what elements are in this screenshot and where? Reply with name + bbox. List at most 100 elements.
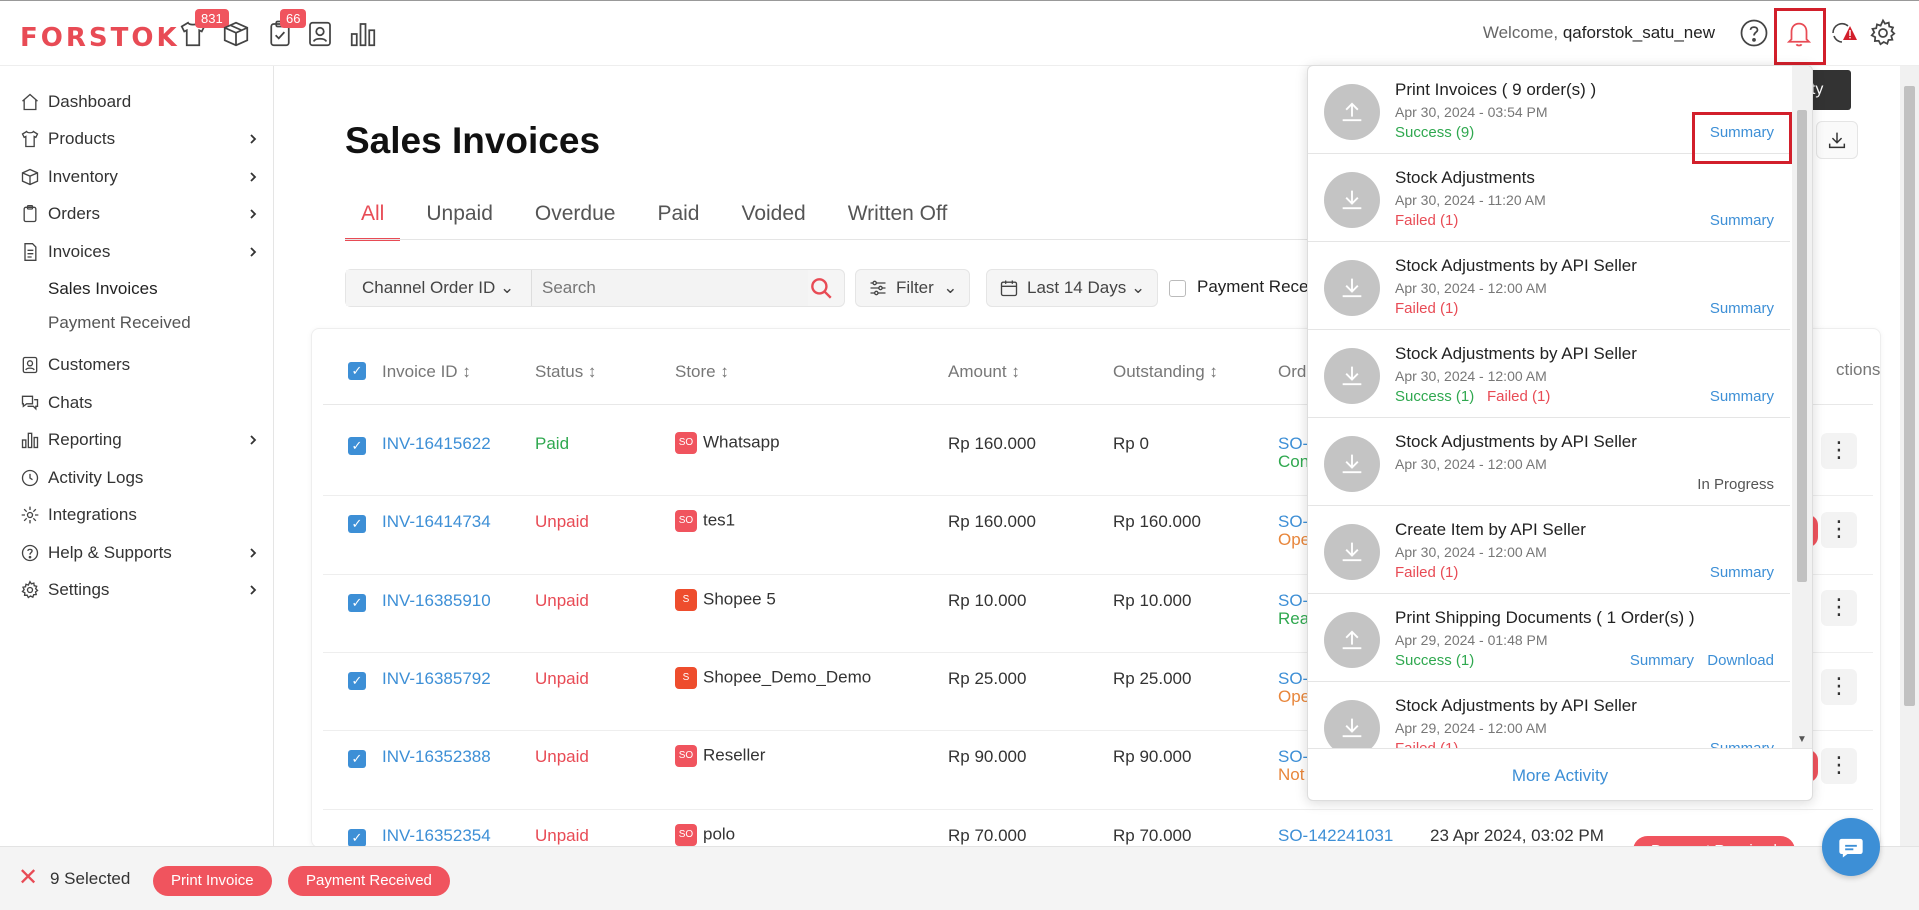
- sidebar-item-inventory[interactable]: Inventory: [20, 162, 260, 192]
- sidebar-item-dashboard[interactable]: Dashboard: [20, 87, 260, 117]
- invoice-id-link[interactable]: INV-16385792: [382, 669, 491, 689]
- row-checkbox[interactable]: ✓: [348, 515, 366, 533]
- invoice-id-link[interactable]: INV-16352354: [382, 826, 491, 846]
- sidebar-item-activity-logs[interactable]: Activity Logs: [20, 463, 260, 493]
- download-button[interactable]: [1816, 121, 1858, 159]
- summary-link[interactable]: Summary: [1710, 740, 1774, 748]
- close-icon[interactable]: ✕: [18, 866, 38, 890]
- col-status[interactable]: Status ↕: [535, 362, 596, 382]
- tab-overdue[interactable]: Overdue: [519, 202, 632, 241]
- col-amount[interactable]: Amount ↕: [948, 362, 1020, 382]
- date-range-button[interactable]: Last 14 Days ⌄: [986, 269, 1159, 307]
- download-icon: [1324, 436, 1380, 492]
- download-link[interactable]: Download: [1707, 652, 1774, 669]
- scroll-down-arrow-icon[interactable]: ▼: [1797, 734, 1807, 745]
- order-link[interactable]: SO-142241031: [1278, 826, 1393, 846]
- sidebar-item-orders[interactable]: Orders: [20, 199, 260, 229]
- summary-link[interactable]: Summary: [1710, 388, 1774, 405]
- page-scrollbar[interactable]: [1900, 66, 1919, 846]
- row-checkbox[interactable]: ✓: [348, 437, 366, 455]
- payment-received-checkbox[interactable]: [1169, 280, 1186, 297]
- order-link[interactable]: SO-: [1278, 747, 1308, 767]
- col-invoice-id[interactable]: Invoice ID ↕: [382, 362, 471, 382]
- status-text: Unpaid: [535, 512, 589, 531]
- failed-count: Failed (1): [1395, 740, 1458, 748]
- invoice-id-link[interactable]: INV-16352388: [382, 747, 491, 767]
- store-cell: SO Reseller: [675, 745, 765, 767]
- status-text: Unpaid: [535, 591, 589, 610]
- sidebar-item-customers[interactable]: Customers: [20, 350, 260, 380]
- tab-all[interactable]: All: [345, 202, 401, 241]
- sidebar-item-integrations[interactable]: Integrations: [20, 500, 260, 530]
- summary-link[interactable]: Summary: [1710, 212, 1774, 229]
- selection-bar: ✕ 9 Selected Print Invoice Payment Recei…: [0, 846, 1919, 910]
- sidebar-item-help[interactable]: Help & Supports: [20, 538, 260, 568]
- sync-warning-icon[interactable]: [1828, 18, 1858, 48]
- row-checkbox[interactable]: ✓: [348, 750, 366, 768]
- activity-list[interactable]: Print Invoices ( 9 order(s) ) Apr 30, 202…: [1308, 66, 1790, 748]
- col-outstanding[interactable]: Outstanding ↕: [1113, 362, 1218, 382]
- contact-card-icon[interactable]: [305, 19, 335, 49]
- search-input[interactable]: [532, 270, 808, 306]
- sidebar-item-invoices[interactable]: Invoices: [20, 237, 260, 267]
- box-icon: [20, 167, 40, 187]
- more-actions-button[interactable]: ⋮: [1821, 433, 1857, 469]
- order-link[interactable]: SO-: [1278, 512, 1308, 532]
- tab-written-off[interactable]: Written Off: [832, 202, 964, 241]
- scrollbar-thumb[interactable]: [1797, 110, 1807, 582]
- sidebar-item-settings[interactable]: Settings: [20, 575, 260, 605]
- chevron-down-icon: ⌄: [1130, 278, 1146, 297]
- search-icon[interactable]: [808, 275, 834, 301]
- gear-icon[interactable]: [1868, 18, 1898, 48]
- forstok-logo[interactable]: FORSTOK: [20, 23, 180, 53]
- payment-received-bulk-button[interactable]: Payment Received: [288, 866, 450, 896]
- order-link[interactable]: SO-: [1278, 591, 1308, 611]
- sidebar-sub-sales-invoices[interactable]: Sales Invoices: [48, 279, 158, 299]
- invoice-id-link[interactable]: INV-16414734: [382, 512, 491, 532]
- row-checkbox[interactable]: ✓: [348, 594, 366, 612]
- tab-voided[interactable]: Voided: [725, 202, 821, 241]
- tab-unpaid[interactable]: Unpaid: [410, 202, 509, 241]
- more-actions-button[interactable]: ⋮: [1821, 748, 1857, 784]
- summary-link[interactable]: Summary: [1630, 652, 1694, 669]
- highlight-box: [1692, 112, 1792, 164]
- invoice-id-link[interactable]: INV-16385910: [382, 591, 491, 611]
- bar-chart-icon[interactable]: [348, 19, 378, 49]
- more-actions-button[interactable]: ⋮: [1821, 669, 1857, 705]
- box-icon[interactable]: [221, 19, 251, 49]
- col-store[interactable]: Store ↕: [675, 362, 729, 382]
- sidebar-item-reporting[interactable]: Reporting: [20, 425, 260, 455]
- download-icon: [1324, 524, 1380, 580]
- sidebar-item-label: Reporting: [48, 430, 122, 449]
- more-actions-button[interactable]: ⋮: [1821, 512, 1857, 548]
- scrollbar-thumb[interactable]: [1904, 86, 1915, 706]
- chat-widget-button[interactable]: [1822, 818, 1880, 876]
- invoice-id-link[interactable]: INV-16415622: [382, 434, 491, 454]
- summary-link[interactable]: Summary: [1710, 564, 1774, 581]
- orders-count-badge: 66: [280, 9, 307, 28]
- row-checkbox[interactable]: ✓: [348, 672, 366, 690]
- sidebar-item-products[interactable]: Products: [20, 124, 260, 154]
- sidebar: Dashboard Products Inventory Orders Invo…: [0, 66, 274, 846]
- order-link[interactable]: SO-: [1278, 669, 1308, 689]
- store-cell: S Shopee_Demo_Demo: [675, 667, 871, 689]
- more-activity-link[interactable]: More Activity: [1308, 748, 1812, 800]
- print-invoice-button[interactable]: Print Invoice: [153, 866, 272, 896]
- chevron-right-icon: [246, 431, 260, 449]
- store-cell: S Shopee 5: [675, 589, 776, 611]
- select-all-checkbox[interactable]: ✓: [348, 362, 366, 380]
- filter-button[interactable]: Filter ⌄: [855, 269, 971, 307]
- order-link[interactable]: SO-: [1278, 434, 1308, 454]
- activity-scrollbar[interactable]: ▼: [1792, 66, 1812, 748]
- summary-link[interactable]: Summary: [1710, 300, 1774, 317]
- search-field-select[interactable]: Channel Order ID ⌄: [346, 270, 532, 306]
- tab-paid[interactable]: Paid: [641, 202, 715, 241]
- sidebar-sub-payment-received[interactable]: Payment Received: [48, 313, 191, 333]
- row-checkbox[interactable]: ✓: [348, 829, 366, 847]
- calendar-icon: [1000, 280, 1018, 297]
- activity-title: Create Item by API Seller: [1395, 520, 1586, 539]
- activity-item: Print Shipping Documents ( 1 Order(s) ) A…: [1308, 594, 1790, 682]
- more-actions-button[interactable]: ⋮: [1821, 590, 1857, 626]
- sidebar-item-chats[interactable]: Chats: [20, 388, 260, 418]
- help-circle-icon[interactable]: [1739, 18, 1769, 48]
